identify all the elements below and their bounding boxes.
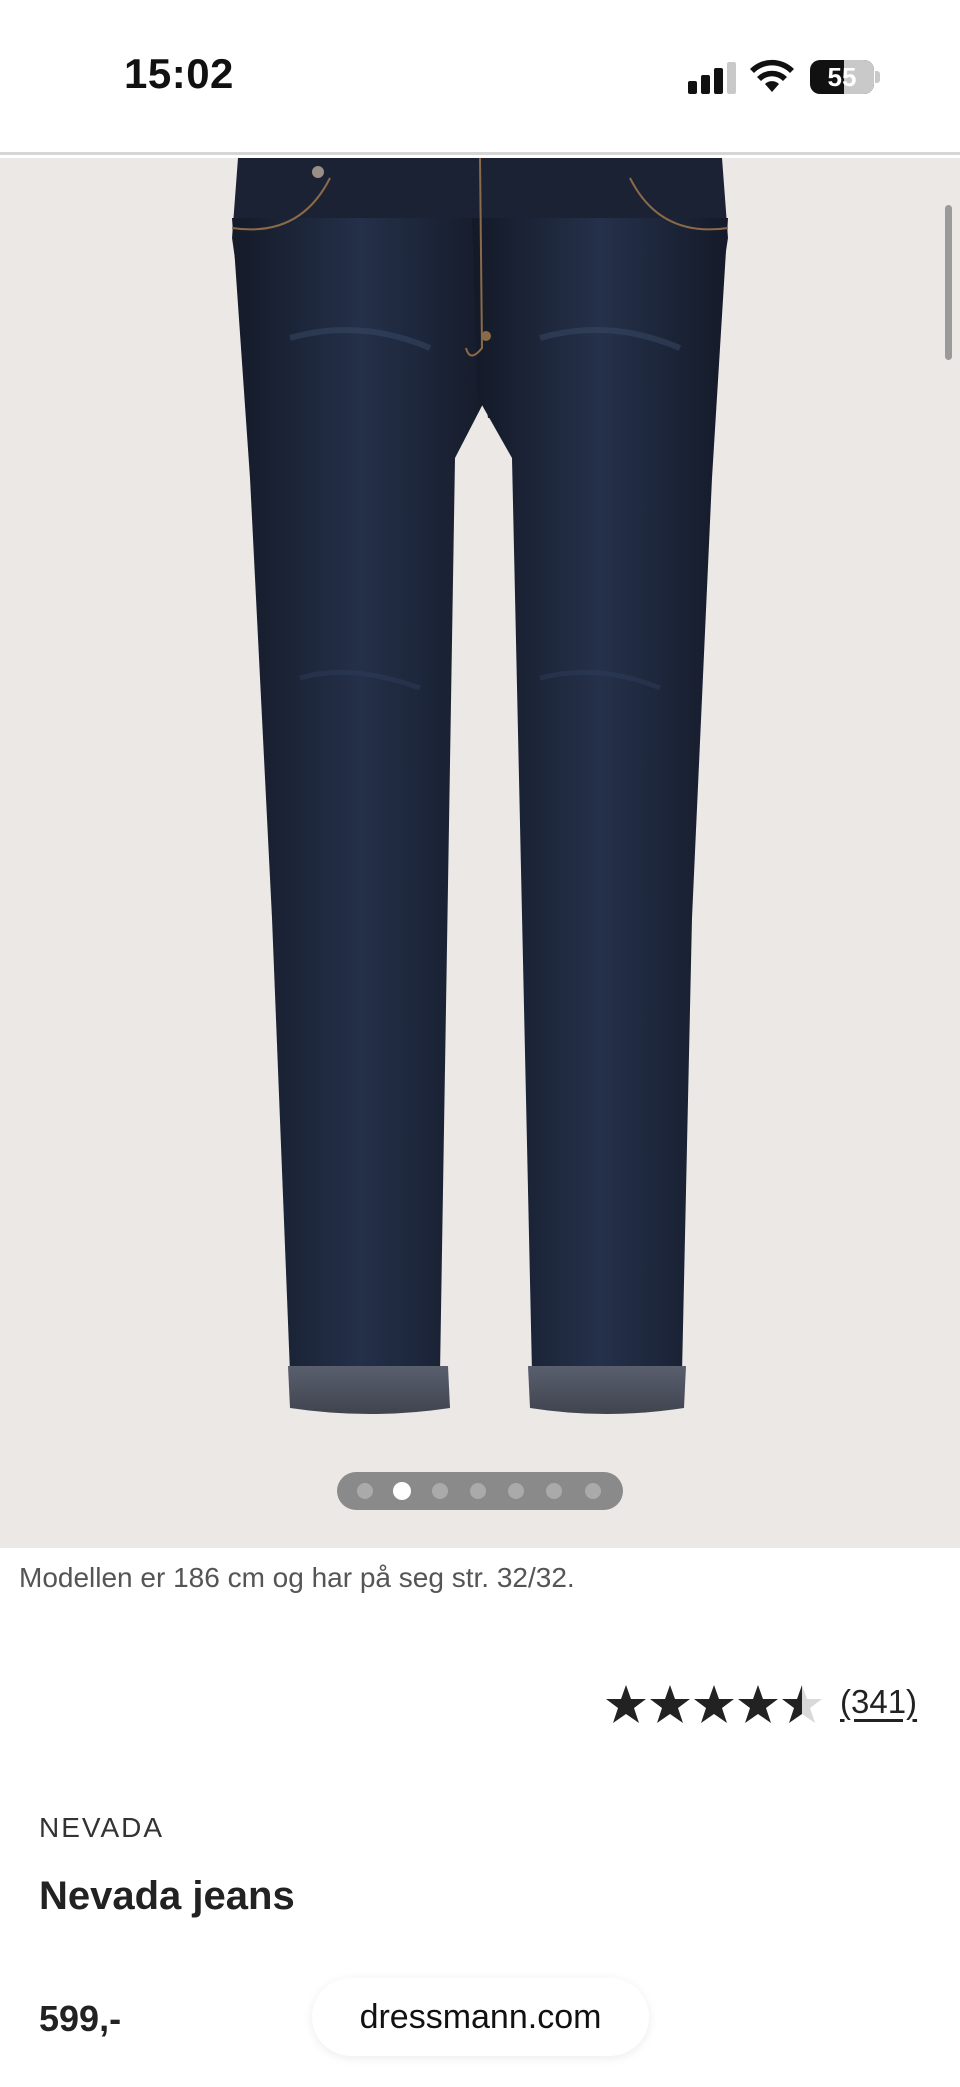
rating-stars-icon (606, 1685, 822, 1723)
carousel-dots[interactable] (337, 1472, 623, 1510)
carousel-dot-active[interactable] (393, 1482, 411, 1500)
product-price: 599,- (39, 1998, 122, 2039)
battery-icon: 55 (810, 60, 874, 94)
review-count-link[interactable]: (341) (840, 1683, 917, 1721)
signal-icon (688, 62, 736, 94)
status-bar: 15:02 55 (0, 0, 960, 155)
brand-label[interactable]: NEVADA (39, 1812, 164, 1844)
browser-url-bar[interactable]: dressmann.com (312, 1978, 649, 2056)
carousel-dot[interactable] (508, 1483, 524, 1499)
status-time: 15:02 (124, 50, 234, 97)
carousel-dot[interactable] (357, 1483, 373, 1499)
carousel-dot[interactable] (432, 1483, 448, 1499)
battery-level: 55 (827, 62, 857, 92)
product-photo-jeans (231, 158, 729, 1414)
carousel-dot[interactable] (470, 1483, 486, 1499)
carousel-dot[interactable] (585, 1483, 601, 1499)
wifi-icon (750, 59, 794, 92)
scrollbar-thumb[interactable] (945, 205, 952, 360)
product-image-gallery[interactable] (0, 158, 960, 1548)
carousel-dot[interactable] (546, 1483, 562, 1499)
battery-tip (875, 71, 880, 83)
product-title: Nevada jeans (39, 1874, 295, 1918)
model-size-note: Modellen er 186 cm og har på seg str. 32… (19, 1562, 575, 1593)
